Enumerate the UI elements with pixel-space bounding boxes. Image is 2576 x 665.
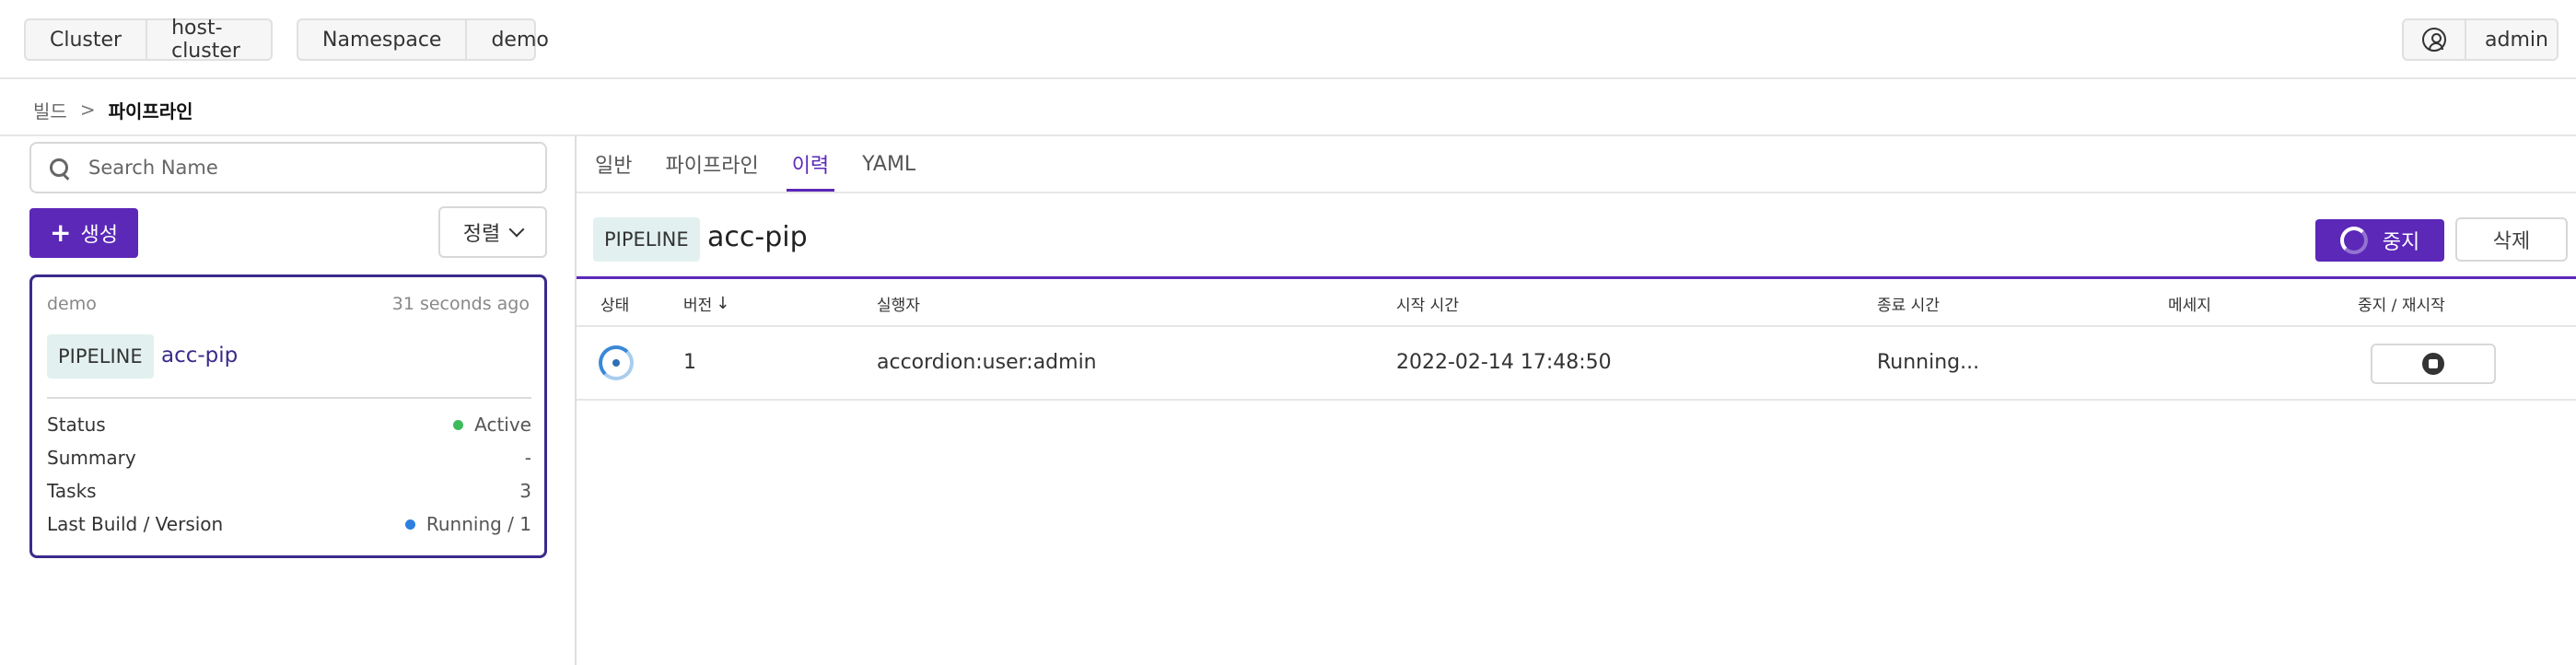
user-menu[interactable]: admin (2402, 18, 2559, 61)
user-icon (2422, 28, 2446, 52)
stop-button-label: 중지 (2382, 231, 2420, 254)
search-box[interactable] (29, 142, 547, 193)
panel-divider (575, 136, 577, 665)
cell-executor: accordion:user:admin (877, 351, 1097, 374)
card-row-value: Running / 1 (425, 513, 531, 535)
delete-button[interactable]: 삭제 (2455, 217, 2568, 262)
breadcrumb-current: 파이프라인 (108, 99, 193, 122)
column-header-status: 상태 (600, 297, 630, 315)
card-row-status: Status Active (47, 412, 531, 438)
stop-circle-icon (2422, 353, 2444, 375)
namespace-value[interactable]: demo (465, 20, 572, 59)
detail-tabs: 일반 파이프라인 이력 YAML (595, 136, 949, 192)
column-header-executor: 실행자 (877, 297, 920, 315)
card-row-key: Status (47, 414, 106, 436)
column-header-version-label: 버전 (683, 297, 713, 315)
card-row-summary: Summary - (47, 445, 531, 471)
search-icon (50, 158, 70, 179)
card-row-key: Summary (47, 447, 136, 469)
card-row-key: Last Build / Version (47, 513, 224, 535)
chevron-down-icon (508, 221, 525, 238)
pipeline-type-badge: PIPELINE (593, 217, 700, 262)
cell-start-time: 2022-02-14 17:48:50 (1396, 351, 1612, 374)
sort-button-label: 정렬 (462, 223, 501, 246)
pipeline-list-panel: + 생성 정렬 demo 31 seconds ago PIPELINE acc… (0, 136, 577, 665)
pipeline-card[interactable]: demo 31 seconds ago PIPELINE acc-pip Sta… (29, 274, 547, 558)
namespace-selector[interactable]: Namespace demo (297, 18, 549, 61)
cluster-label: Cluster (50, 28, 122, 52)
history-table: 상태 버전 ↓ 실행자 시작 시간 종료 시간 메세지 중지 / 재시작 1 a… (577, 279, 2576, 401)
tabs-divider (577, 192, 2576, 193)
spinner-icon (2339, 227, 2368, 254)
tab-history[interactable]: 이력 (786, 136, 835, 192)
namespace-label: Namespace (322, 28, 442, 52)
chevron-right-icon: > (79, 99, 96, 121)
breadcrumb: 빌드 > 파이프라인 (33, 96, 193, 123)
card-pipeline-name[interactable]: acc-pip (161, 344, 238, 368)
cluster-value[interactable]: host-cluster (146, 17, 271, 63)
create-button[interactable]: + 생성 (29, 208, 138, 258)
card-row-value: Active (474, 414, 531, 436)
tab-yaml[interactable]: YAML (862, 136, 915, 192)
cell-version: 1 (683, 351, 696, 374)
stop-button[interactable]: 중지 (2315, 219, 2444, 262)
tab-pipeline[interactable]: 파이프라인 (665, 136, 758, 192)
card-timestamp: 31 seconds ago (391, 294, 530, 314)
sort-button[interactable]: 정렬 (438, 206, 547, 258)
card-type-badge: PIPELINE (47, 334, 154, 379)
card-row-last-build: Last Build / Version Running / 1 (47, 511, 531, 537)
card-row-value-wrap: Active (453, 414, 531, 436)
user-icon-wrap (2404, 20, 2465, 59)
row-stop-button[interactable] (2371, 344, 2496, 384)
table-header-row: 상태 버전 ↓ 실행자 시작 시간 종료 시간 메세지 중지 / 재시작 (577, 279, 2576, 327)
card-row-value: 3 (519, 480, 531, 502)
card-row-value-wrap: Running / 1 (404, 513, 531, 535)
search-input[interactable] (88, 151, 530, 184)
column-header-version[interactable]: 버전 ↓ (683, 292, 729, 315)
card-divider (47, 397, 531, 399)
running-status-icon (599, 345, 634, 380)
column-header-end-time: 종료 시간 (1877, 297, 1940, 315)
page-title: acc-pip (707, 221, 808, 253)
sort-arrow-down-icon: ↓ (716, 294, 730, 313)
column-header-stop-restart: 중지 / 재시작 (2358, 297, 2445, 315)
create-button-label: 생성 (80, 224, 118, 247)
card-row-value: - (524, 447, 531, 469)
card-row-tasks: Tasks 3 (47, 478, 531, 504)
plus-icon: + (50, 217, 72, 248)
card-row-key: Tasks (47, 480, 97, 502)
card-namespace: demo (47, 294, 97, 314)
top-bar: Cluster host-cluster Namespace demo admi… (0, 0, 2576, 79)
running-dot-icon (404, 519, 415, 530)
user-name[interactable]: admin (2465, 20, 2567, 59)
tab-general[interactable]: 일반 (595, 136, 632, 192)
table-row[interactable]: 1 accordion:user:admin 2022-02-14 17:48:… (577, 327, 2576, 401)
cluster-selector[interactable]: Cluster host-cluster (24, 17, 273, 63)
column-header-start-time: 시작 시간 (1396, 297, 1459, 315)
column-header-message: 메세지 (2168, 297, 2211, 315)
breadcrumb-parent[interactable]: 빌드 (33, 97, 67, 123)
status-dot-icon (453, 419, 464, 430)
cell-end-time: Running... (1877, 351, 1980, 374)
